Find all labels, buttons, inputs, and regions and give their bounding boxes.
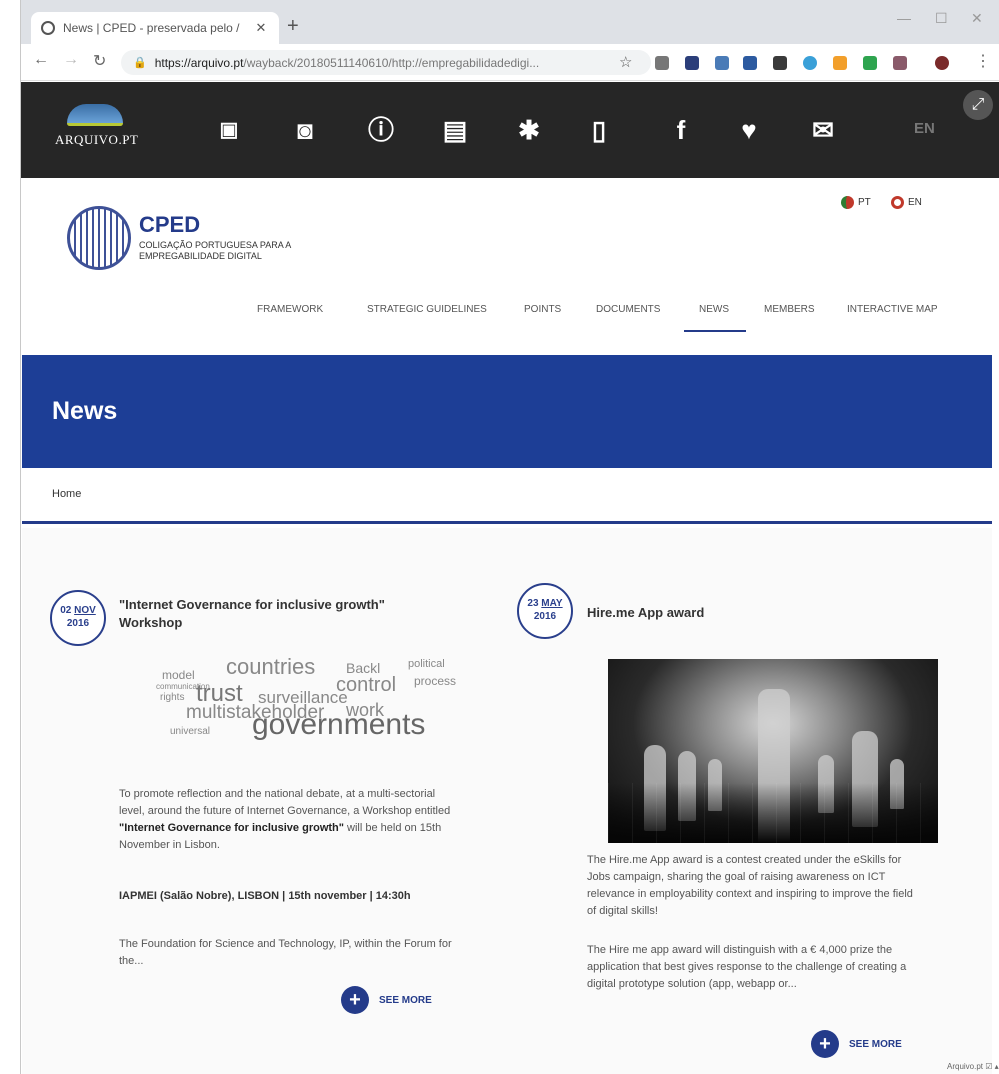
tab-strip: News | CPED - preservada pelo / ✕ + — ☐ … [21, 0, 999, 44]
news-excerpt-2: The Hire me app award will distinguish w… [587, 944, 907, 990]
arquivo-toolbar: ARQUIVO.PT ▣ ◙ ⓘ ▤ ✱ ▯ f ♥ ✉ EN ⤢ [21, 82, 999, 178]
arquivo-footer-tag[interactable]: Arquivo.pt ☑ ▴ [947, 1062, 999, 1071]
extension-icon[interactable] [893, 56, 907, 70]
facebook-icon[interactable]: f [661, 110, 701, 150]
bug-icon[interactable]: ✱ [509, 110, 549, 150]
lang-pt-link[interactable]: PT [841, 196, 871, 209]
browser-menu-icon[interactable]: ⋮ [975, 51, 991, 71]
page-title: News [52, 397, 118, 425]
nav-documents[interactable]: DOCUMENTS [596, 304, 660, 315]
lang-en-label: EN [908, 197, 922, 208]
extension-icon[interactable] [773, 56, 787, 70]
close-tab-icon[interactable]: ✕ [253, 20, 269, 36]
expand-icon[interactable]: ⤢ [963, 90, 993, 120]
wordcloud-word: process [414, 674, 457, 688]
lock-icon: 🔒 [133, 57, 147, 69]
date-badge: 02 NOV 2016 [50, 590, 106, 646]
mobile-icon[interactable]: ▯ [579, 110, 619, 150]
wordcloud-word: governments [252, 708, 426, 741]
download-extension-icon[interactable] [715, 56, 729, 70]
twitter-icon[interactable]: ♥ [729, 110, 769, 150]
lang-pt-label: PT [858, 197, 871, 208]
news-venue: IAPMEI (Salão Nobre), LISBON | 15th nove… [119, 890, 411, 902]
date-day: 02 [60, 605, 72, 616]
browser-window: News | CPED - preservada pelo / ✕ + — ☐ … [20, 0, 999, 1074]
new-tab-button[interactable]: + [287, 16, 299, 36]
info-icon[interactable]: ⓘ [361, 110, 401, 150]
news-title[interactable]: Hire.me App award [587, 604, 907, 622]
hire-me-award-image [608, 659, 938, 843]
date-year: 2016 [533, 611, 557, 622]
arquivo-logo-text: ARQUIVO.PT [55, 132, 139, 147]
extension-icon[interactable] [803, 56, 817, 70]
see-more-label: SEE MORE [379, 994, 432, 1006]
wordcloud-word: model [162, 668, 195, 682]
news-excerpt-2: The Foundation for Science and Technolog… [119, 938, 452, 967]
back-arrow-icon[interactable]: ← [33, 51, 49, 69]
site-logo-title[interactable]: CPED [139, 212, 200, 238]
uk-flag-icon [891, 196, 904, 209]
arquivo-dome-icon [67, 104, 123, 126]
main-nav: FRAMEWORK STRATEGIC GUIDELINES POINTS DO… [21, 304, 999, 324]
date-month: NOV [74, 605, 96, 616]
url-input[interactable]: 🔒 https://arquivo.pt /wayback/2018051114… [121, 50, 651, 75]
nav-strategic-guidelines[interactable]: STRATEGIC GUIDELINES [367, 304, 487, 315]
close-window-button[interactable]: ✕ [971, 10, 983, 27]
camera-icon[interactable]: ◙ [285, 110, 325, 150]
image-search-icon[interactable]: ▣ [209, 110, 249, 150]
reload-icon[interactable]: ↻ [93, 51, 106, 71]
date-month: MAY [541, 598, 563, 609]
news-excerpt: The Hire.me App award is a contest creat… [587, 854, 913, 917]
maximize-button[interactable]: ☐ [935, 10, 948, 27]
nav-news[interactable]: NEWS [699, 304, 729, 315]
plus-icon: + [811, 1030, 839, 1058]
camera-extension-icon[interactable] [655, 56, 669, 70]
see-more-button[interactable]: + SEE MORE [341, 986, 432, 1014]
cped-globe-icon[interactable] [67, 206, 131, 270]
breadcrumb-home[interactable]: Home [52, 488, 81, 500]
tab-title: News | CPED - preservada pelo / [63, 21, 240, 35]
portugal-flag-icon [841, 196, 854, 209]
forward-arrow-icon[interactable]: → [63, 51, 79, 69]
arquivo-lang-toggle[interactable]: EN [914, 120, 935, 137]
email-icon[interactable]: ✉ [803, 110, 843, 150]
print-icon[interactable]: ▤ [435, 110, 475, 150]
wordcloud-word: universal [170, 726, 211, 737]
nav-framework[interactable]: FRAMEWORK [257, 304, 323, 315]
site-logo-subtitle: COLIGAÇÃO PORTUGUESA PARA A EMPREGABILID… [139, 240, 291, 261]
news-excerpt: To promote reflection and the national d… [119, 788, 451, 851]
rss-extension-icon[interactable] [833, 56, 847, 70]
browser-tab[interactable]: News | CPED - preservada pelo / ✕ [31, 12, 279, 44]
wordcloud-word: political [408, 658, 445, 670]
see-more-label: SEE MORE [849, 1038, 902, 1050]
news-title[interactable]: "Internet Governance for inclusive growt… [119, 596, 439, 632]
wordcloud-word: rights [160, 692, 185, 703]
wordcloud-image: countries Backl political model communic… [156, 654, 468, 774]
bookmark-star-icon[interactable]: ☆ [619, 53, 632, 71]
profile-avatar[interactable] [935, 56, 949, 70]
date-year: 2016 [66, 618, 90, 629]
active-nav-indicator [684, 330, 746, 332]
page-hero: News [22, 355, 992, 468]
nav-members[interactable]: MEMBERS [764, 304, 815, 315]
url-path: /wayback/20180511140610/http://empregabi… [243, 55, 540, 70]
extension-icon[interactable] [863, 56, 877, 70]
nav-points[interactable]: POINTS [524, 304, 561, 315]
extension-icon[interactable] [685, 56, 699, 70]
minimize-button[interactable]: — [897, 10, 911, 26]
plus-icon: + [341, 986, 369, 1014]
breadcrumb: Home [22, 468, 992, 524]
url-host: https://arquivo.pt [154, 55, 244, 70]
date-day: 23 [527, 598, 539, 609]
wordcloud-word: countries [226, 654, 316, 679]
globe-icon [41, 21, 55, 35]
lang-en-link[interactable]: EN [891, 196, 922, 209]
arquivo-logo[interactable]: ARQUIVO.PT [55, 104, 139, 160]
extension-icon[interactable] [743, 56, 757, 70]
date-badge: 23 MAY 2016 [517, 583, 573, 639]
see-more-button[interactable]: + SEE MORE [811, 1030, 902, 1058]
address-bar: ← → ↻ 🔒 https://arquivo.pt /wayback/2018… [21, 44, 999, 81]
nav-interactive-map[interactable]: INTERACTIVE MAP [847, 304, 938, 315]
